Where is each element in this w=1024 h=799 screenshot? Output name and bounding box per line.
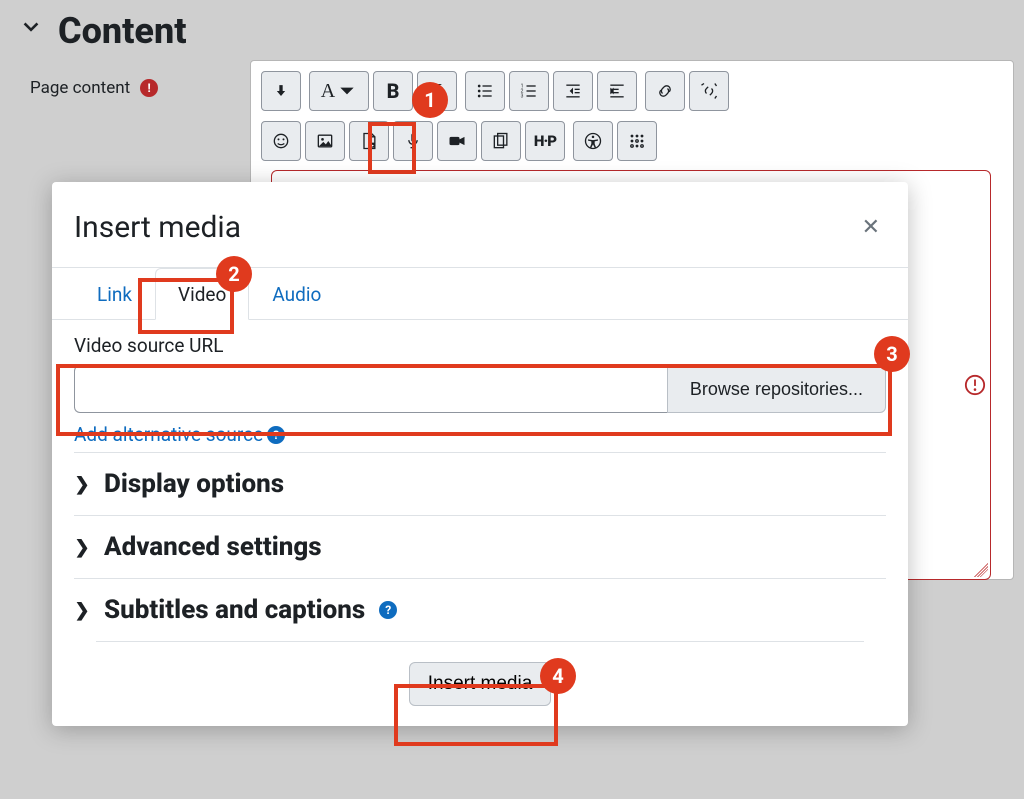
accordion-display-options[interactable]: ❯ Display options (74, 452, 886, 515)
chevron-down-icon (20, 17, 42, 45)
callout-badge-1: 1 (412, 82, 448, 118)
resize-handle-icon[interactable] (974, 563, 988, 577)
accordion-advanced-settings[interactable]: ❯ Advanced settings (74, 515, 886, 578)
callout-badge-4: 4 (540, 658, 576, 694)
chevron-right-icon: ❯ (74, 600, 90, 621)
section-header[interactable]: Content (10, 10, 1014, 60)
screenreader-helper-button[interactable] (617, 121, 657, 161)
number-list-button[interactable]: 123 (509, 71, 549, 111)
link-button[interactable] (645, 71, 685, 111)
record-video-button[interactable] (437, 121, 477, 161)
bullet-list-button[interactable] (465, 71, 505, 111)
outdent-button[interactable] (553, 71, 593, 111)
close-icon[interactable]: ✕ (862, 215, 880, 240)
chevron-right-icon: ❯ (74, 537, 90, 558)
field-label: Page content ! (10, 60, 250, 98)
bold-button[interactable]: B (373, 71, 413, 111)
validation-error-icon (964, 374, 1014, 402)
accordion-subtitles-captions[interactable]: ❯ Subtitles and captions ? (74, 578, 886, 641)
image-button[interactable] (305, 121, 345, 161)
emoji-button[interactable] (261, 121, 301, 161)
video-url-label: Video source URL (74, 334, 886, 357)
chevron-right-icon: ❯ (74, 474, 90, 495)
unlink-button[interactable] (689, 71, 729, 111)
accordion-label: Subtitles and captions (104, 595, 365, 625)
indent-button[interactable] (597, 71, 637, 111)
callout-badge-3: 3 (874, 336, 910, 372)
editor-toolbar: A B I 123 (251, 61, 1013, 171)
toolbar-toggle-button[interactable] (261, 71, 301, 111)
callout-highlight-4 (394, 684, 558, 746)
tab-audio[interactable]: Audio (249, 268, 344, 319)
required-icon: ! (140, 79, 158, 97)
h5p-button[interactable]: H·P (525, 121, 565, 161)
svg-text:3: 3 (521, 94, 524, 100)
help-icon[interactable]: ? (379, 601, 397, 619)
insert-media-modal: Insert media ✕ Link Video Audio Video so… (52, 182, 908, 726)
accessibility-checker-button[interactable] (573, 121, 613, 161)
callout-highlight-3 (56, 364, 892, 436)
accordion-label: Display options (104, 469, 284, 499)
callout-highlight-2 (138, 278, 234, 334)
modal-title: Insert media (74, 210, 241, 245)
manage-files-button[interactable] (481, 121, 521, 161)
callout-badge-2: 2 (216, 256, 252, 292)
accordion-label: Advanced settings (104, 532, 322, 562)
callout-highlight-1 (368, 122, 416, 174)
section-title: Content (58, 10, 186, 52)
font-style-dropdown[interactable]: A (309, 71, 369, 111)
